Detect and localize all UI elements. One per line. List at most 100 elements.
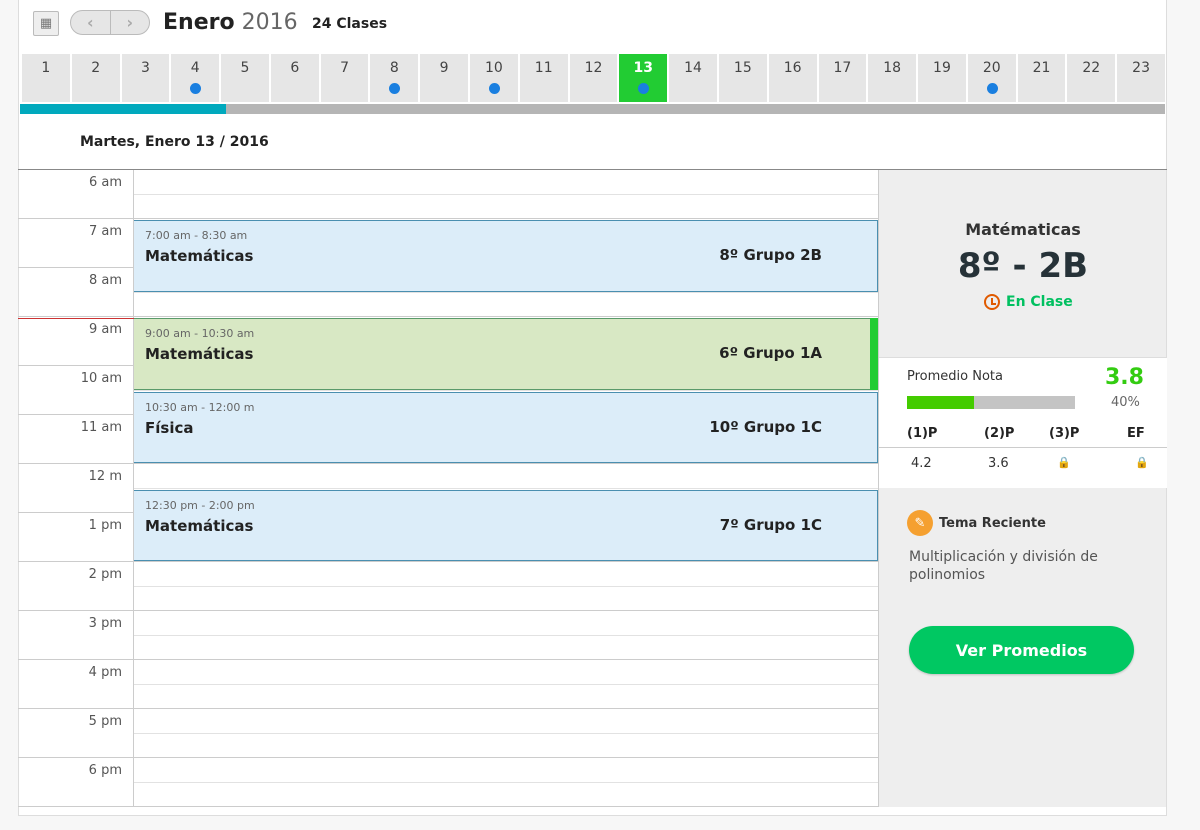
- half-hour-line: [133, 635, 878, 636]
- average-bar: [907, 396, 1075, 409]
- day-4[interactable]: 4: [171, 54, 222, 102]
- day-21[interactable]: 21: [1017, 54, 1068, 102]
- divider: [133, 170, 134, 807]
- day-number: 16: [783, 60, 802, 76]
- day-5[interactable]: 5: [221, 54, 271, 102]
- day-number: 4: [190, 60, 200, 76]
- hour-row[interactable]: 3 pm: [18, 611, 878, 660]
- panel-subject: Matématicas: [965, 220, 1081, 239]
- day-number: 12: [584, 60, 603, 76]
- day-13[interactable]: 13: [619, 54, 670, 102]
- day-6[interactable]: 6: [270, 54, 321, 102]
- schedule-grid: 6 am 7 am 8 am 9 am 10 am 11 am 12 m 1 pm 2 pm 3 …: [18, 170, 878, 807]
- day-number: 13: [633, 60, 653, 76]
- next-month-button[interactable]: ›: [111, 11, 150, 34]
- day-number: 9: [439, 60, 449, 76]
- day-3[interactable]: 3: [121, 54, 172, 102]
- view-averages-button[interactable]: Ver Promedios: [909, 626, 1134, 674]
- average-value: 3.8: [1105, 365, 1144, 390]
- status-text: En Clase: [1006, 294, 1073, 310]
- half-hour-line: [133, 733, 878, 734]
- month-progress-fill: [20, 104, 227, 114]
- hour-label: 4 pm: [88, 665, 122, 680]
- average-percent: 40%: [1111, 395, 1140, 410]
- day-2[interactable]: 2: [71, 54, 122, 102]
- hour-label: 10 am: [80, 371, 122, 386]
- day-10[interactable]: 10: [470, 54, 520, 102]
- day-number: 20: [982, 60, 1001, 76]
- class-detail-panel: Matématicas 8º - 2B En Clase Promedio No…: [878, 170, 1167, 807]
- day-number: 19: [933, 60, 951, 76]
- hour-row[interactable]: 2 pm: [18, 562, 878, 611]
- day-19[interactable]: 19: [918, 54, 968, 102]
- event-time: 9:00 am - 10:30 am: [145, 327, 255, 340]
- event-group: 6º Grupo 1A: [719, 344, 822, 362]
- hour-row[interactable]: 6 pm: [18, 758, 878, 807]
- day-15[interactable]: 15: [718, 54, 769, 102]
- day-17[interactable]: 17: [818, 54, 869, 102]
- period-header: EF: [1127, 426, 1145, 441]
- half-hour-line: [133, 684, 878, 685]
- event-subject: Matemáticas: [145, 345, 254, 363]
- event-time: 10:30 am - 12:00 m: [145, 400, 255, 414]
- hour-row[interactable]: 5 pm: [18, 709, 878, 758]
- has-classes-dot: [638, 83, 650, 94]
- day-14[interactable]: 14: [669, 54, 719, 102]
- event-time: 12:30 pm - 2:00 pm: [145, 498, 255, 512]
- hour-label: 9 am: [88, 322, 122, 337]
- day-11[interactable]: 11: [519, 54, 570, 102]
- day-number: 22: [1082, 60, 1101, 76]
- half-hour-line: [133, 194, 878, 195]
- day-number: 10: [485, 60, 503, 76]
- half-hour-line: [133, 782, 878, 783]
- class-event[interactable]: 10:30 am - 12:00 m Física 10º Grupo 1C: [133, 391, 878, 463]
- hour-row[interactable]: 6 am: [18, 170, 878, 219]
- day-number: 14: [684, 60, 702, 76]
- event-group: 10º Grupo 1C: [709, 417, 822, 436]
- calendar-icon[interactable]: ▦: [33, 11, 59, 36]
- month-progress: [20, 104, 1165, 114]
- day-1[interactable]: 1: [22, 54, 72, 102]
- prev-month-button[interactable]: ‹: [71, 11, 111, 34]
- day-number: 1: [41, 60, 51, 76]
- year: 2016: [241, 10, 298, 35]
- half-hour-line: [133, 586, 878, 587]
- period-header: (2)P: [984, 426, 1015, 441]
- day-9[interactable]: 9: [420, 54, 471, 102]
- period-header: (1)P: [907, 426, 938, 441]
- event-group: 8º Grupo 2B: [719, 246, 822, 264]
- day-23[interactable]: 23: [1117, 54, 1165, 102]
- day-18[interactable]: 18: [868, 54, 919, 102]
- has-classes-dot: [488, 83, 500, 94]
- class-event[interactable]: 12:30 pm - 2:00 pm Matemáticas 7º Grupo 1C: [133, 489, 878, 561]
- class-status: En Clase: [984, 294, 1073, 310]
- half-hour-line: [133, 292, 878, 293]
- day-12[interactable]: 12: [569, 54, 620, 102]
- hour-label: 8 am: [88, 273, 122, 288]
- day-number: 2: [91, 60, 101, 76]
- notes-icon: ✎: [907, 510, 933, 536]
- hour-label: 6 pm: [88, 763, 122, 778]
- day-20[interactable]: 20: [967, 54, 1018, 102]
- day-22[interactable]: 22: [1067, 54, 1118, 102]
- hour-label: 5 pm: [88, 714, 122, 729]
- has-classes-dot: [986, 83, 998, 94]
- day-number: 11: [534, 60, 553, 76]
- day-8[interactable]: 8: [370, 54, 421, 102]
- class-event[interactable]: 7:00 am - 8:30 am Matemáticas 8º Grupo 2B: [133, 220, 878, 292]
- event-time: 7:00 am - 8:30 am: [145, 229, 248, 242]
- class-event[interactable]: 9:00 am - 10:30 am Matemáticas 6º Grupo 1A: [133, 318, 878, 390]
- hour-label: 2 pm: [88, 567, 122, 582]
- hour-row[interactable]: 4 pm: [18, 660, 878, 709]
- day-7[interactable]: 7: [320, 54, 371, 102]
- day-number: 18: [883, 60, 902, 76]
- event-group: 7º Grupo 1C: [719, 515, 822, 534]
- day-16[interactable]: 16: [768, 54, 819, 102]
- has-classes-dot: [190, 83, 202, 94]
- hour-label: 7 am: [88, 224, 122, 239]
- period-value: 3.6: [988, 456, 1009, 471]
- average-bar-fill: [907, 396, 975, 409]
- event-subject: Matemáticas: [145, 247, 254, 265]
- hour-label: 11 am: [80, 420, 122, 435]
- period-value: 4.2: [911, 456, 932, 471]
